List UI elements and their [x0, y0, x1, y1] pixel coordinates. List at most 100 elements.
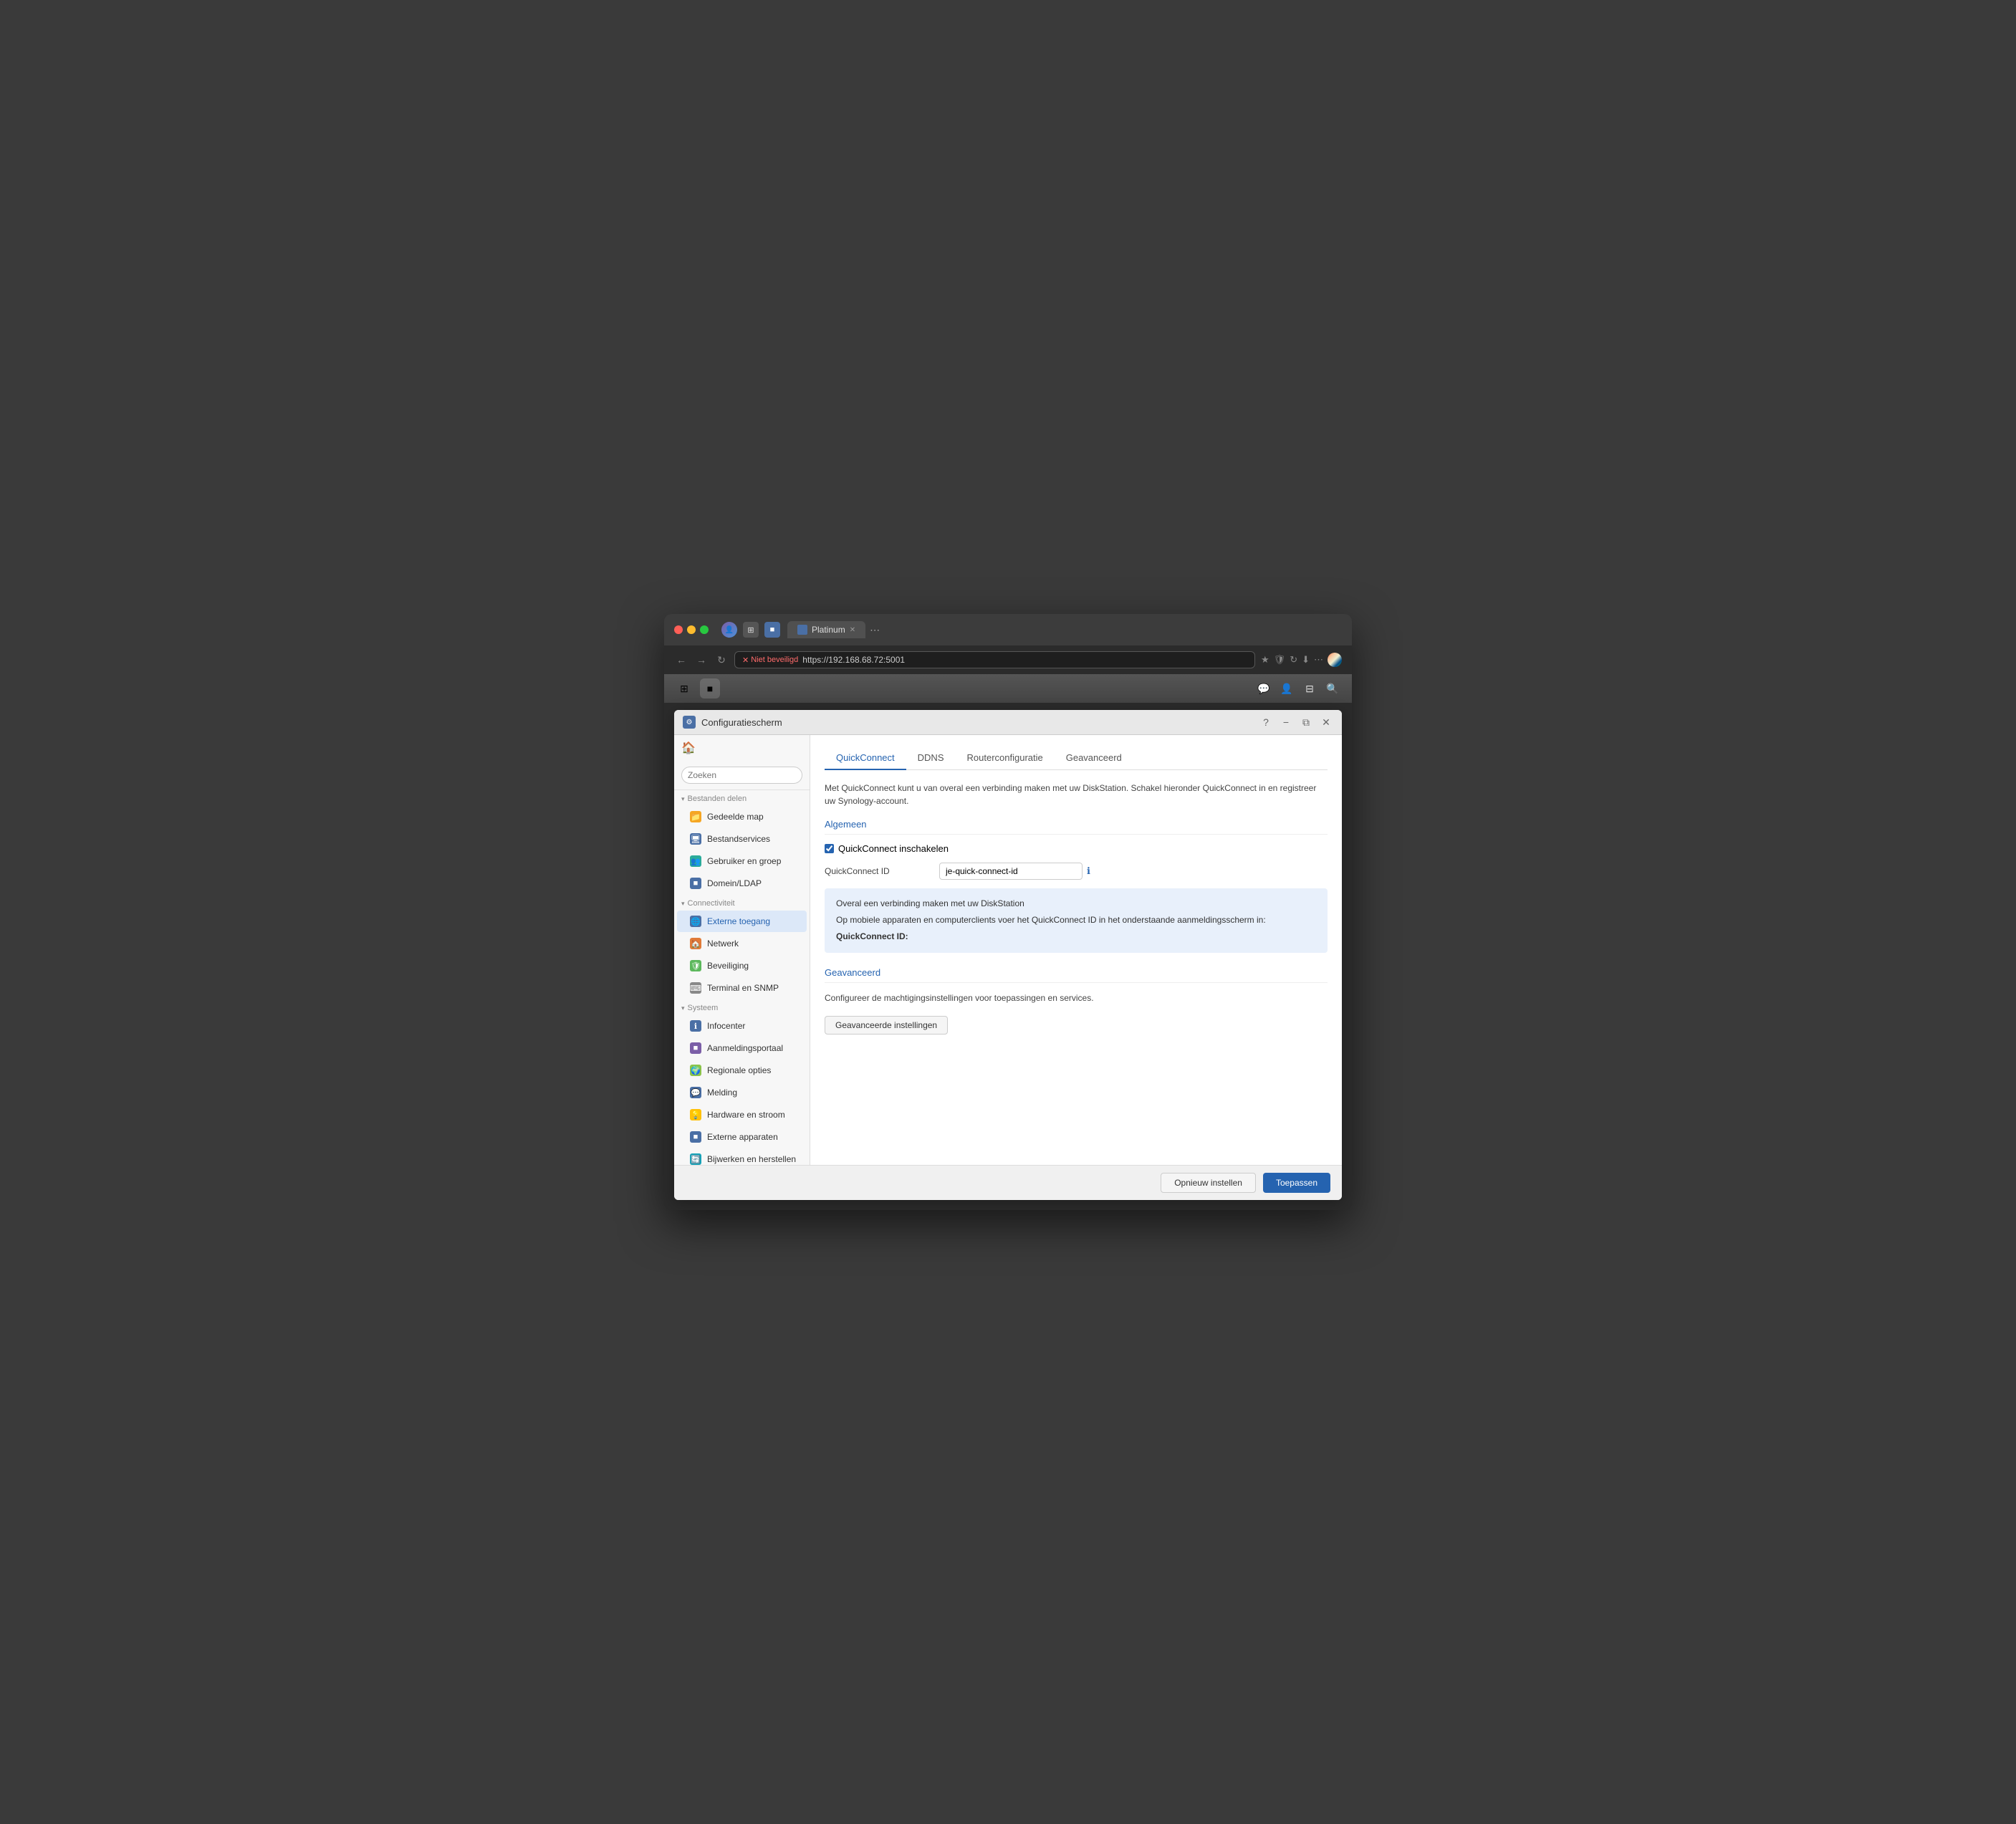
main-content: QuickConnect DDNS Routerconfiguratie Gea… — [810, 735, 1342, 1165]
regionale-opties-icon: 🌍 — [690, 1065, 701, 1076]
new-tab-icon[interactable]: ⋯ — [870, 624, 880, 636]
sidebar-item-label: Bestandservices — [707, 834, 770, 844]
sidebar-item-label: Infocenter — [707, 1021, 745, 1031]
app-footer: Opnieuw instellen Toepassen — [674, 1165, 1342, 1200]
refresh-icon[interactable]: ↻ — [1290, 654, 1297, 666]
geavanceerd-desc: Configureer de machtigingsinstellingen v… — [825, 992, 1328, 1004]
browser-addressbar: ← → ↻ ✕ Niet beveiligd https://192.168.6… — [664, 645, 1352, 674]
restore-button[interactable]: ⧉ — [1299, 716, 1313, 729]
shield-icon[interactable]: 🛡 — [1274, 654, 1286, 666]
close-traffic-light[interactable] — [674, 625, 683, 634]
bookmark-icon[interactable]: ★ — [1261, 654, 1269, 666]
bijwerken-herstellen-icon: 🔄 — [690, 1153, 701, 1165]
quickconnect-checkbox[interactable] — [825, 844, 834, 853]
tab-ddns-label: DDNS — [918, 752, 944, 763]
dsm-taskbar-right: 💬 👤 ⊟ 🔍 — [1254, 679, 1342, 698]
back-button[interactable]: ← — [674, 654, 688, 666]
dsm-user-icon[interactable]: 👤 — [1277, 679, 1296, 698]
sidebar-item-gebruiker-groep[interactable]: 👥 Gebruiker en groep — [677, 850, 807, 872]
sidebar-item-gedeelde-map[interactable]: 📁 Gedeelde map — [677, 806, 807, 827]
section-header-connectiviteit: ▾ Connectiviteit — [674, 895, 810, 910]
gedeelde-map-icon: 📁 — [690, 811, 701, 822]
info-icon[interactable]: ℹ — [1087, 865, 1090, 877]
domein-ldap-icon: ■ — [690, 878, 701, 889]
section-geavanceerd-title: Geavanceerd — [825, 967, 1328, 983]
sidebar-item-externe-toegang[interactable]: 🌐 Externe toegang — [677, 911, 807, 932]
sidebar-item-terminal-snmp[interactable]: ⌨ Terminal en SNMP — [677, 977, 807, 999]
dsm-apps-icon[interactable]: ⊞ — [674, 678, 694, 699]
sidebar-item-bestandservices[interactable]: 🖥 Bestandservices — [677, 828, 807, 850]
more-icon[interactable]: ⋯ — [1314, 654, 1323, 666]
sidebar-item-label: Bijwerken en herstellen — [707, 1154, 796, 1164]
aanmeldingsportaal-icon: ■ — [690, 1042, 701, 1054]
app-title: Configuratiescherm — [701, 717, 1253, 728]
tab-favicon — [797, 625, 807, 635]
maximize-traffic-light[interactable] — [700, 625, 709, 634]
section-header-bestanden: ▾ Bestanden delen — [674, 790, 810, 805]
refresh-button[interactable]: ↻ — [714, 654, 729, 666]
not-secure-label: Niet beveiligd — [751, 656, 798, 664]
active-browser-tab[interactable]: Platinum ✕ — [787, 621, 865, 638]
close-button[interactable]: ✕ — [1319, 716, 1333, 729]
sidebar-item-domein-ldap[interactable]: ■ Domein/LDAP — [677, 873, 807, 894]
search-input[interactable] — [681, 767, 802, 784]
sidebar: 🏠 ▾ Bestanden delen 📁 Gedeelde map 🖥 Bes… — [674, 735, 810, 1165]
externe-apparaten-icon: ■ — [690, 1131, 701, 1143]
tab-geavanceerd[interactable]: Geavanceerd — [1055, 747, 1133, 770]
beveiliging-icon: 🛡 — [690, 960, 701, 971]
reset-button[interactable]: Opnieuw instellen — [1161, 1173, 1256, 1193]
sidebar-home-button[interactable]: 🏠 — [674, 735, 810, 761]
app-window: ⚙ Configuratiescherm ? − ⧉ ✕ 🏠 — [674, 710, 1342, 1200]
forward-button[interactable]: → — [694, 654, 709, 666]
browser-profile-icon[interactable] — [1328, 653, 1342, 667]
app-titlebar: ⚙ Configuratiescherm ? − ⧉ ✕ — [674, 710, 1342, 735]
geavanceerde-instellingen-button[interactable]: Geavanceerde instellingen — [825, 1016, 948, 1035]
minimize-traffic-light[interactable] — [687, 625, 696, 634]
tab-ddns[interactable]: DDNS — [906, 747, 956, 770]
sidebar-item-netwerk[interactable]: 🏠 Netwerk — [677, 933, 807, 954]
sidebar-item-bijwerken-herstellen[interactable]: 🔄 Bijwerken en herstellen — [677, 1148, 807, 1165]
address-right-icons: ★ 🛡 ↻ ⬇ ⋯ — [1261, 653, 1342, 667]
sidebar-item-aanmeldingsportaal[interactable]: ■ Aanmeldingsportaal — [677, 1037, 807, 1059]
section-header-systeem: ▾ Systeem — [674, 999, 810, 1014]
sidebar-item-hardware-stroom[interactable]: 💡 Hardware en stroom — [677, 1104, 807, 1125]
intro-text: Met QuickConnect kunt u van overal een v… — [825, 782, 1328, 807]
sidebar-item-label: Gebruiker en groep — [707, 856, 781, 866]
tab-close-icon[interactable]: ✕ — [850, 626, 855, 634]
dsm-active-app-icon[interactable]: ■ — [700, 678, 720, 699]
sidebar-item-regionale-opties[interactable]: 🌍 Regionale opties — [677, 1060, 807, 1081]
chevron-down-icon: ▾ — [681, 795, 685, 803]
sidebar-item-infocenter[interactable]: ℹ Infocenter — [677, 1015, 807, 1037]
sidebar-item-label: Externe toegang — [707, 916, 770, 926]
sidebar-item-label: Externe apparaten — [707, 1132, 778, 1142]
tab-quickconnect[interactable]: QuickConnect — [825, 747, 906, 770]
apply-button[interactable]: Toepassen — [1263, 1173, 1330, 1193]
help-button[interactable]: ? — [1259, 716, 1273, 728]
quickconnect-id-row: QuickConnect ID ℹ — [825, 863, 1328, 880]
chevron-down-icon: ▾ — [681, 1004, 685, 1012]
netwerk-icon: 🏠 — [690, 938, 701, 949]
sidebar-item-melding[interactable]: 💬 Melding — [677, 1082, 807, 1103]
hardware-stroom-icon: 💡 — [690, 1109, 701, 1120]
info-line2: Op mobiele apparaten en computerclients … — [836, 913, 1316, 927]
minimize-button[interactable]: − — [1279, 716, 1293, 728]
quickconnect-id-input[interactable] — [939, 863, 1083, 880]
quickconnect-info-box: Overal een verbinding maken met uw DiskS… — [825, 888, 1328, 953]
download-icon[interactable]: ⬇ — [1302, 654, 1310, 666]
bestandservices-icon: 🖥 — [690, 833, 701, 845]
address-bar[interactable]: ✕ Niet beveiligd https://192.168.68.72:5… — [734, 651, 1255, 668]
app-body: 🏠 ▾ Bestanden delen 📁 Gedeelde map 🖥 Bes… — [674, 735, 1342, 1165]
browser-dsm-icon: ■ — [764, 622, 780, 638]
dsm-widgets-icon[interactable]: ⊟ — [1300, 679, 1319, 698]
tab-geavanceerd-label: Geavanceerd — [1066, 752, 1122, 763]
tab-routerconfiguratie-label: Routerconfiguratie — [967, 752, 1043, 763]
quickconnect-enable-row: QuickConnect inschakelen — [825, 843, 1328, 854]
dsm-search-icon[interactable]: 🔍 — [1323, 679, 1342, 698]
app-title-icon: ⚙ — [683, 716, 696, 729]
sidebar-item-externe-apparaten[interactable]: ■ Externe apparaten — [677, 1126, 807, 1148]
sidebar-item-beveiliging[interactable]: 🛡 Beveiliging — [677, 955, 807, 976]
not-secure-icon: ✕ — [742, 656, 749, 665]
tab-routerconfiguratie[interactable]: Routerconfiguratie — [956, 747, 1055, 770]
dsm-chat-icon[interactable]: 💬 — [1254, 679, 1273, 698]
browser-titlebar: 👤 ⊞ ■ Platinum ✕ ⋯ — [664, 614, 1352, 645]
